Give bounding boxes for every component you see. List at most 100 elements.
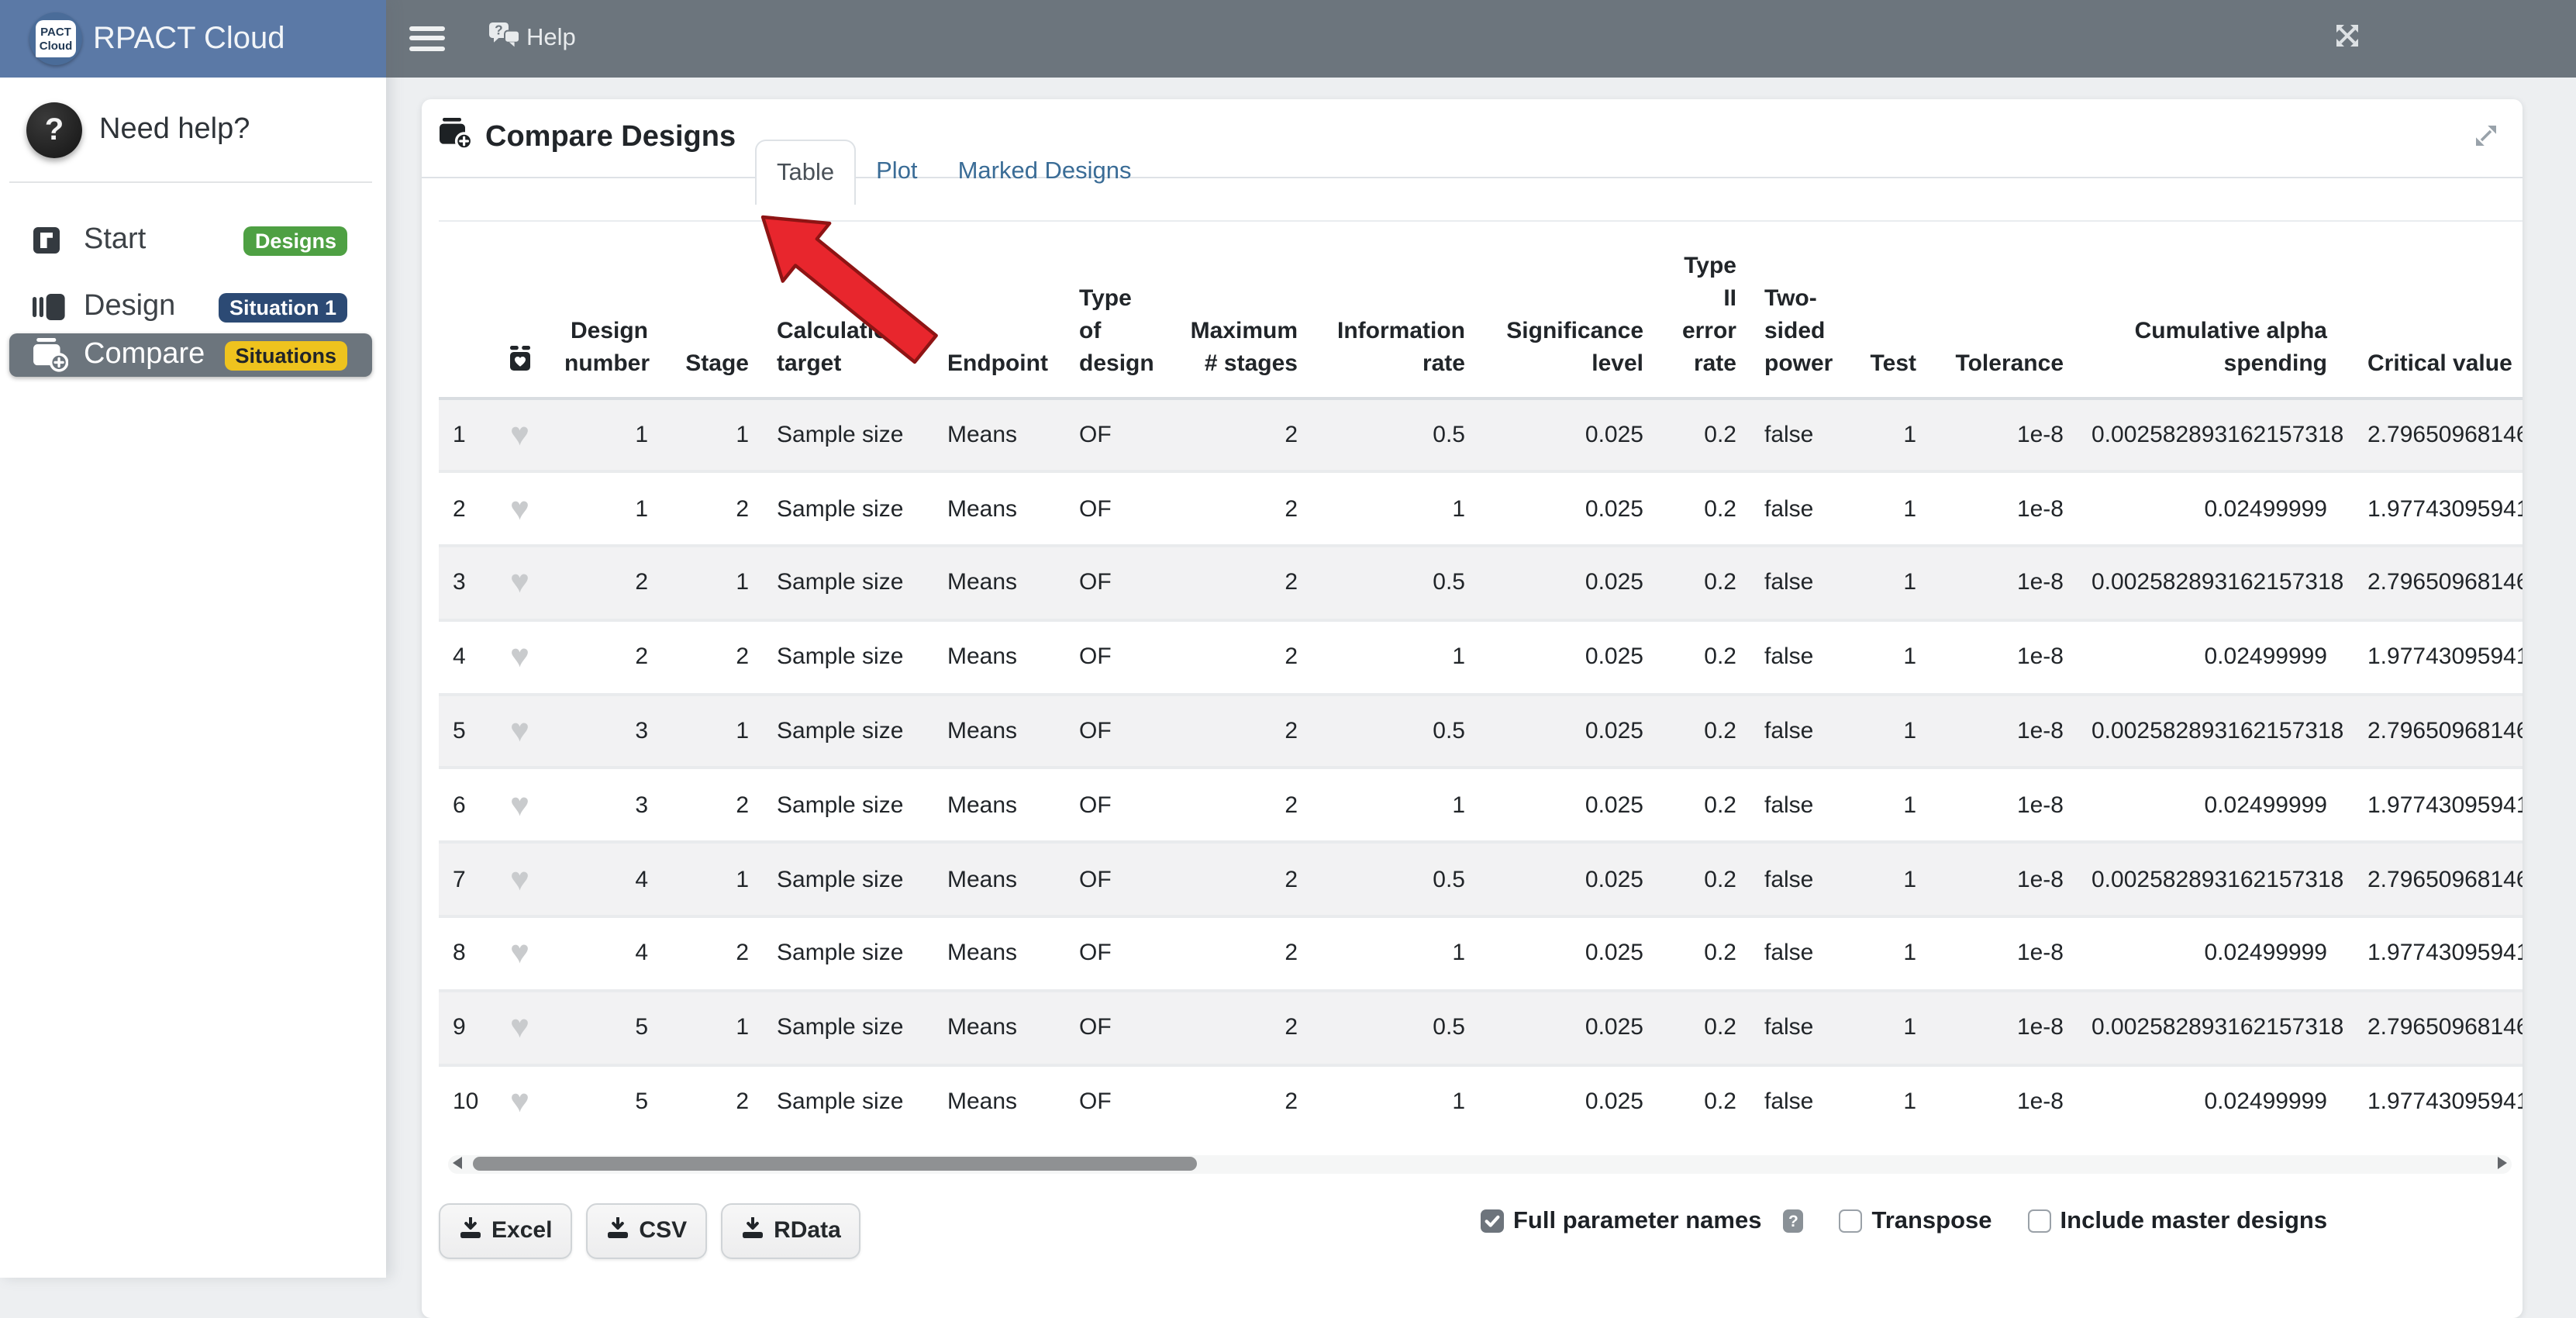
cell-design-number: 3 [550,768,662,843]
favorite-heart[interactable]: ♥ [510,565,529,601]
cell-information-rate: 1 [1312,768,1479,843]
favorite-heart[interactable]: ♥ [510,491,529,526]
tab-table[interactable]: Table [755,139,856,204]
cell-design-number: 2 [550,620,662,695]
sidebar-item-start[interactable]: StartDesigns [9,219,372,262]
cell-cumulative-alpha-spending: 0.002582893162157318 [2078,991,2341,1065]
sidebar-item-design[interactable]: DesignSituation 1 [9,285,372,329]
cell-tolerance: 1e-8 [1930,472,2078,547]
checkbox-include-master-designs[interactable] [2028,1209,2051,1233]
cell-stage: 2 [662,768,763,843]
cell-calculation-target: Sample size [763,398,933,472]
horizontal-scrollbar[interactable] [448,1154,2512,1173]
cell-type-of-design: OF [1065,768,1175,843]
help-label: Help [526,25,576,53]
cell-information-rate: 0.5 [1312,694,1479,768]
tab-plot[interactable]: Plot [856,139,937,202]
favorite-heart[interactable]: ♥ [510,417,529,453]
cell-type-of-design: OF [1065,916,1175,991]
fullscreen-button[interactable] [2335,0,2360,78]
cell-calculation-target: Sample size [763,991,933,1065]
cell-significance-level: 0.025 [1479,472,1657,547]
cell-type-of-design: OF [1065,1064,1175,1137]
cell-stage: 1 [662,843,763,917]
cell-endpoint: Means [933,916,1065,991]
cell-favorite: ♥ [496,546,550,620]
cell-tolerance: 1e-8 [1930,991,2078,1065]
compare-designs-card: Compare Designs TablePlotMarked Designs … [422,99,2522,1318]
cell-test: 1 [1850,916,1930,991]
cell-type-ii-error-rate: 0.2 [1657,1064,1750,1137]
cell-critical-value: 1.97743095941 [2341,620,2522,695]
cell-design-number: 4 [550,916,662,991]
col-header-endpoint: Endpoint [933,220,1065,398]
cell-stage: 2 [662,472,763,547]
cell-favorite: ♥ [496,1064,550,1137]
option-include-master-designs[interactable]: Include master designs [2028,1207,2328,1235]
cell-type-ii-error-rate: 0.2 [1657,398,1750,472]
cell-critical-value: 1.97743095941 [2341,916,2522,991]
help-chat-icon: ? [488,22,520,56]
cell-favorite: ♥ [496,472,550,547]
col-header-two-sided-power: Two- sided power [1750,220,1850,398]
table-options: Full parameter names? Transpose Include ma… [1481,1207,2327,1235]
cell-test: 1 [1850,991,1930,1065]
favorite-heart[interactable]: ♥ [510,640,529,675]
sidebar-item-label: Start [84,223,146,257]
favorite-heart[interactable]: ♥ [510,713,529,749]
export-button-group: ExcelCSVRData [439,1202,861,1258]
cell-maximum-stages: 2 [1175,694,1312,768]
cell-tolerance: 1e-8 [1930,1064,2078,1137]
sidebar-need-help[interactable]: ? Need help? [26,102,250,158]
hamburger-menu-icon[interactable] [409,26,445,51]
cell-type-ii-error-rate: 0.2 [1657,694,1750,768]
sidebar-item-compare[interactable]: CompareSituations [9,333,372,377]
cell-favorite: ♥ [496,694,550,768]
table-tab-pane: Design numberStageCalculation targetEndp… [422,178,2522,1318]
cell-tolerance: 1e-8 [1930,398,2078,472]
cell-two-sided-power: false [1750,1064,1850,1137]
cell-cumulative-alpha-spending: 0.002582893162157318 [2078,546,2341,620]
col-header-favorite [496,220,550,398]
export-csv-button[interactable]: CSV [586,1202,707,1258]
cell-test: 1 [1850,398,1930,472]
cell-type-ii-error-rate: 0.2 [1657,991,1750,1065]
checkbox-transpose[interactable] [1839,1209,1862,1233]
cell-test: 1 [1850,546,1930,620]
export-rdata-button[interactable]: RData [721,1202,861,1258]
download-icon [741,1216,764,1244]
checkbox-full-parameter-names[interactable] [1481,1209,1504,1233]
cell-information-rate: 0.5 [1312,843,1479,917]
cell-endpoint: Means [933,472,1065,547]
expand-panel-button[interactable] [2474,124,2497,155]
favorite-heart[interactable]: ♥ [510,1010,529,1046]
export-excel-button[interactable]: Excel [439,1202,572,1258]
cell-type-of-design: OF [1065,694,1175,768]
option-transpose[interactable]: Transpose [1839,1207,1991,1235]
download-icon [459,1216,482,1244]
sidebar: PACT Cloud RPACT Cloud ? Need help? Star… [0,0,385,1277]
scroll-right-arrow[interactable] [2498,1157,2507,1169]
cell-two-sided-power: false [1750,620,1850,695]
favorite-heart[interactable]: ♥ [510,861,529,897]
favorite-heart[interactable]: ♥ [510,788,529,823]
cell-endpoint: Means [933,620,1065,695]
option-full-parameter-names[interactable]: Full parameter names? [1481,1207,1803,1235]
help-badge-icon[interactable]: ? [1783,1209,1803,1233]
table-row: 8♥42Sample sizeMeansOF210.0250.2false11e… [439,916,2522,991]
cell-row-index: 9 [439,991,496,1065]
scroll-left-arrow[interactable] [453,1157,462,1169]
tab-marked-designs[interactable]: Marked Designs [938,139,1152,202]
cell-maximum-stages: 2 [1175,546,1312,620]
cell-significance-level: 0.025 [1479,694,1657,768]
cell-test: 1 [1850,694,1930,768]
col-header-test: Test [1850,220,1930,398]
scroll-thumb[interactable] [473,1157,1197,1171]
favorite-heart[interactable]: ♥ [510,936,529,971]
cell-cumulative-alpha-spending: 0.02499999 [2078,1064,2341,1137]
cell-type-ii-error-rate: 0.2 [1657,472,1750,547]
favorite-heart[interactable]: ♥ [510,1084,529,1120]
help-link[interactable]: ? Help [488,0,576,78]
cell-type-ii-error-rate: 0.2 [1657,843,1750,917]
cell-calculation-target: Sample size [763,1064,933,1137]
